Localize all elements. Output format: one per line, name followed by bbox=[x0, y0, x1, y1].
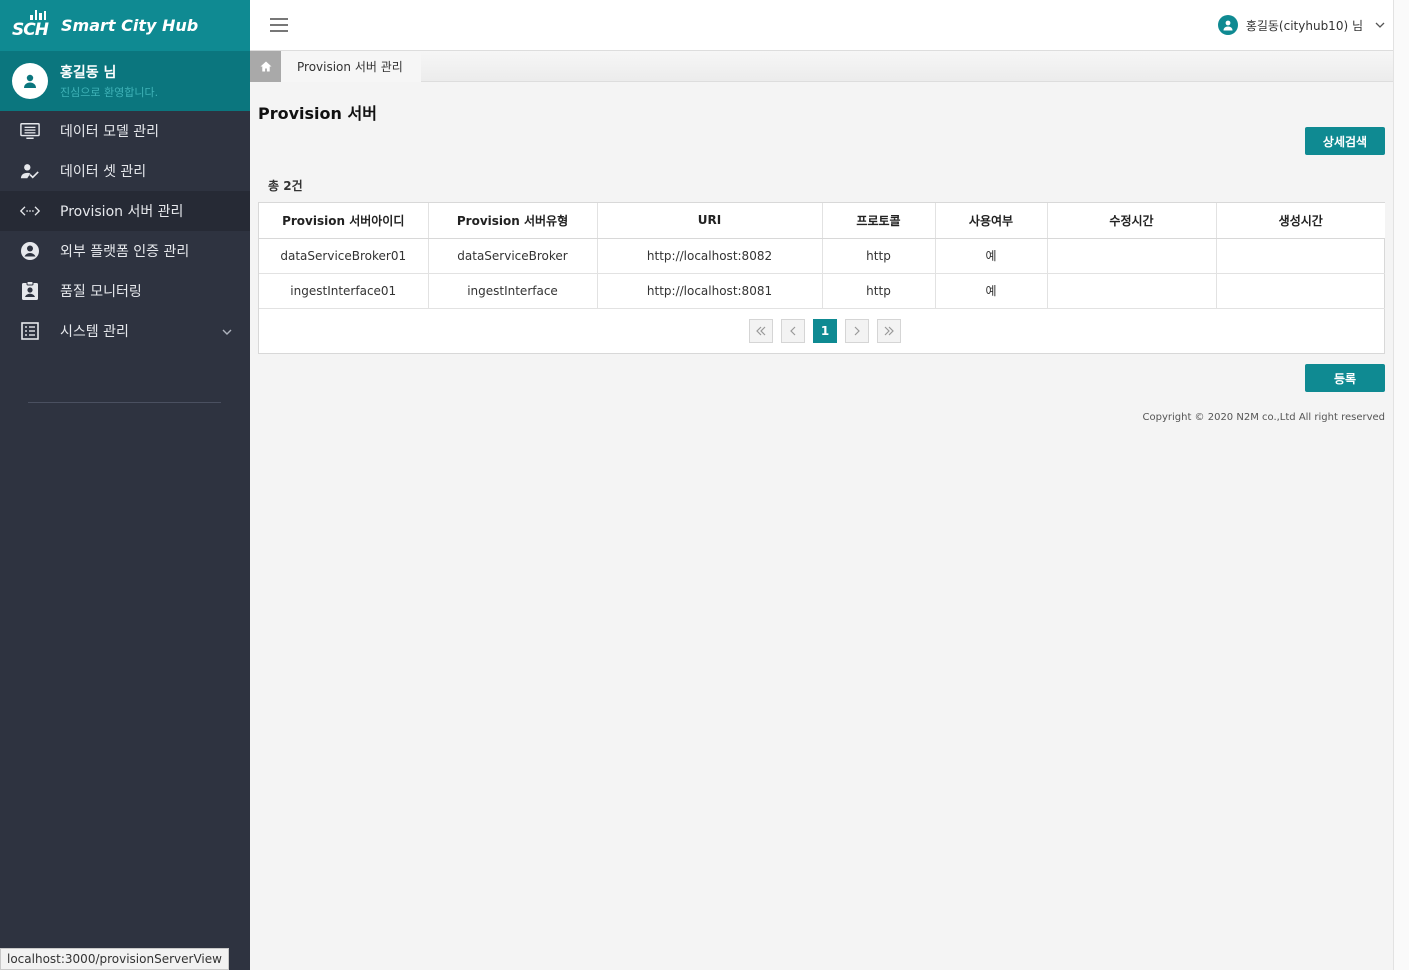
sidebar-item-label: 외부 플랫폼 인증 관리 bbox=[60, 244, 190, 260]
copyright: Copyright © 2020 N2M co.,Ltd All right r… bbox=[1142, 412, 1386, 423]
sidebar-item-label: Provision 서버 관리 bbox=[60, 204, 184, 220]
table-cell: http://localhost:8081 bbox=[597, 273, 823, 309]
provision-table: Provision 서버아이디 Provision 서버유형 URI 프로토콜 … bbox=[259, 203, 1385, 309]
prev-page-icon[interactable] bbox=[781, 319, 805, 343]
page-number-button[interactable]: 1 bbox=[813, 319, 837, 343]
chevron-down-icon[interactable] bbox=[222, 324, 232, 340]
column-header[interactable]: 수정시간 bbox=[1047, 203, 1217, 239]
table-cell bbox=[1047, 273, 1217, 309]
column-header[interactable]: 프로토콜 bbox=[822, 203, 936, 239]
sidebar-item-external-auth[interactable]: 외부 플랫폼 인증 관리 bbox=[0, 231, 250, 271]
table-cell: 예 bbox=[935, 238, 1048, 274]
top-bar: 홍길동(cityhub10) 님 bbox=[250, 0, 1393, 51]
table-cell: dataServiceBroker bbox=[428, 238, 598, 274]
detail-search-button[interactable]: 상세검색 bbox=[1305, 127, 1385, 155]
user-check-icon bbox=[20, 161, 40, 181]
column-header[interactable]: Provision 서버아이디 bbox=[259, 203, 429, 239]
sidebar-item-label: 시스템 관리 bbox=[60, 324, 129, 340]
table-cell: 예 bbox=[935, 273, 1048, 309]
page-title: Provision 서버 bbox=[258, 104, 377, 123]
sidebar-item-label: 데이터 모델 관리 bbox=[60, 124, 160, 140]
table-row[interactable]: dataServiceBroker01 dataServiceBroker ht… bbox=[259, 238, 1385, 274]
sidebar-menu: 데이터 모델 관리 데이터 셋 관리 Provision 서버 관리 외부 플랫… bbox=[0, 111, 250, 351]
code-arrows-icon bbox=[20, 201, 40, 221]
column-header[interactable]: 생성시간 bbox=[1216, 203, 1385, 239]
sidebar-item-provision[interactable]: Provision 서버 관리 bbox=[0, 191, 250, 231]
user-name: 홍길동(cityhub10) 님 bbox=[1245, 18, 1363, 33]
table-header-row: Provision 서버아이디 Provision 서버유형 URI 프로토콜 … bbox=[259, 203, 1385, 239]
sidebar-item-system[interactable]: 시스템 관리 bbox=[0, 311, 250, 351]
sidebar-item-quality[interactable]: 품질 모니터링 bbox=[0, 271, 250, 311]
pagination: 1 bbox=[749, 319, 901, 343]
brand-header[interactable]: SCH Smart City Hub bbox=[0, 0, 250, 51]
logo: SCH bbox=[12, 9, 49, 40]
table-cell: http bbox=[822, 273, 936, 309]
user-icon bbox=[1217, 15, 1238, 35]
sidebar: SCH Smart City Hub 홍길동 님 진심으로 환영합니다. 데이터… bbox=[0, 0, 250, 970]
table-cell bbox=[1216, 273, 1385, 309]
column-header[interactable]: 사용여부 bbox=[935, 203, 1048, 239]
user-icon bbox=[24, 74, 36, 88]
sidebar-item-data-set[interactable]: 데이터 셋 관리 bbox=[0, 151, 250, 191]
table-row[interactable]: ingestInterface01 ingestInterface http:/… bbox=[259, 273, 1385, 309]
table-cell: ingestInterface01 bbox=[259, 273, 429, 309]
breadcrumb: Provision 서버 관리 bbox=[250, 50, 1393, 82]
table-cell bbox=[1216, 238, 1385, 274]
last-page-icon[interactable] bbox=[877, 319, 901, 343]
app-name: Smart City Hub bbox=[61, 16, 199, 35]
sidebar-item-data-model[interactable]: 데이터 모델 관리 bbox=[0, 111, 250, 151]
column-header[interactable]: Provision 서버유형 bbox=[428, 203, 598, 239]
table-cell bbox=[1047, 238, 1217, 274]
chevron-down-icon[interactable] bbox=[1375, 18, 1385, 32]
profile-welcome: 진심으로 환영합니다. bbox=[60, 86, 159, 99]
user-profile: 홍길동 님 진심으로 환영합니다. bbox=[0, 51, 250, 111]
user-menu[interactable]: 홍길동(cityhub10) 님 bbox=[1217, 15, 1385, 35]
sidebar-item-label: 데이터 셋 관리 bbox=[60, 164, 147, 180]
sidebar-divider bbox=[28, 402, 221, 403]
home-icon[interactable] bbox=[250, 50, 281, 82]
table-cell: ingestInterface bbox=[428, 273, 598, 309]
clipboard-user-icon bbox=[20, 281, 40, 301]
table-cell: http://localhost:8082 bbox=[597, 238, 823, 274]
provision-table-container: Provision 서버아이디 Provision 서버유형 URI 프로토콜 … bbox=[258, 202, 1385, 354]
column-header[interactable]: URI bbox=[597, 203, 823, 239]
total-count: 총 2건 bbox=[268, 179, 303, 193]
next-page-icon[interactable] bbox=[845, 319, 869, 343]
menu-toggle-icon[interactable] bbox=[270, 18, 288, 32]
browser-status-url: localhost:3000/provisionServerView bbox=[0, 948, 229, 970]
profile-name: 홍길동 님 bbox=[60, 65, 117, 81]
avatar bbox=[12, 63, 48, 99]
breadcrumb-current[interactable]: Provision 서버 관리 bbox=[281, 50, 421, 82]
scrollbar[interactable] bbox=[1393, 0, 1409, 970]
register-button[interactable]: 등록 bbox=[1305, 364, 1385, 392]
first-page-icon[interactable] bbox=[749, 319, 773, 343]
user-circle-icon bbox=[20, 241, 40, 261]
table-cell: dataServiceBroker01 bbox=[259, 238, 429, 274]
table-cell: http bbox=[822, 238, 936, 274]
monitor-list-icon bbox=[20, 121, 40, 141]
list-box-icon bbox=[20, 321, 40, 341]
sidebar-item-label: 품질 모니터링 bbox=[60, 284, 142, 300]
